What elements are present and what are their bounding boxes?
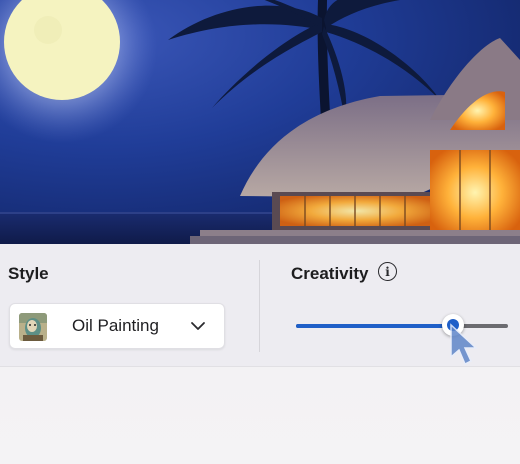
- options-panel: Style Oil Painting Creativity i: [0, 244, 520, 464]
- generated-image: [0, 0, 520, 245]
- info-icon-glyph: i: [385, 264, 390, 279]
- options-bar: Style Oil Painting Creativity i: [0, 244, 520, 367]
- style-label: Style: [8, 264, 49, 283]
- style-dropdown-value: Oil Painting: [72, 316, 159, 335]
- creativity-label: Creativity: [291, 264, 369, 283]
- slider-fill: [296, 324, 453, 328]
- divider: [259, 260, 260, 352]
- mouse-cursor-icon: [450, 323, 478, 366]
- info-icon[interactable]: i: [378, 262, 397, 281]
- style-dropdown[interactable]: Oil Painting: [9, 303, 225, 349]
- chevron-down-icon: [191, 322, 205, 330]
- oil-painting-thumbnail-icon: [19, 313, 47, 341]
